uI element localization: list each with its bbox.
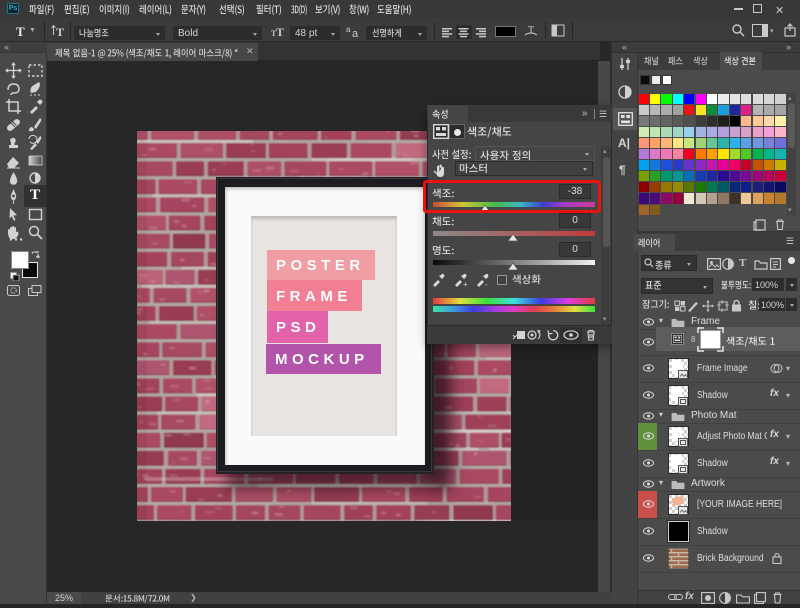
svg-text:T: T	[528, 25, 534, 36]
svg-text:a: a	[352, 28, 359, 38]
svg-text:+: +	[463, 280, 468, 288]
svg-text:-: -	[485, 280, 488, 288]
svg-text:T: T	[56, 25, 64, 38]
svg-text:T: T	[276, 25, 284, 38]
svg-text:a: a	[346, 25, 351, 34]
